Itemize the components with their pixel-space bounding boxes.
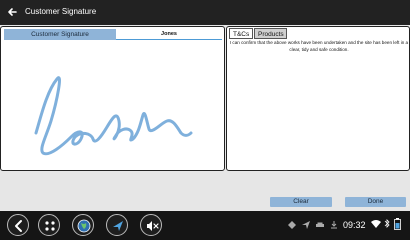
wifi-icon — [371, 220, 381, 228]
bluetooth-icon — [384, 219, 390, 228]
navigation-bar: 09:32 — [0, 211, 410, 240]
signature-panel: Customer Signature Jones — [0, 26, 225, 171]
volume-mute-icon — [147, 221, 159, 231]
tab-products[interactable]: Products — [254, 28, 287, 39]
signature-stroke — [34, 76, 193, 156]
signer-name-field[interactable]: Jones — [116, 29, 222, 40]
signature-canvas[interactable] — [1, 41, 226, 171]
apps-grid-icon — [45, 221, 55, 231]
signature-header: Customer Signature Jones — [4, 29, 222, 40]
navigation-button[interactable] — [106, 214, 128, 236]
terms-tabs: T&Cs Products — [229, 28, 287, 39]
status-icons — [287, 219, 339, 231]
globe-icon — [77, 219, 91, 233]
car-icon — [316, 222, 324, 227]
download-icon — [331, 221, 337, 229]
signature-label: Customer Signature — [4, 29, 116, 40]
status-clock: 09:32 — [343, 220, 366, 230]
apps-button[interactable] — [38, 214, 60, 236]
nav-back-button[interactable] — [7, 214, 29, 236]
clear-button[interactable]: Clear — [270, 197, 332, 207]
navigation-arrow-icon — [113, 221, 123, 231]
tab-tcs[interactable]: T&Cs — [229, 28, 253, 39]
terms-panel: T&Cs Products I can confirm that the abo… — [226, 26, 410, 171]
title-bar: Customer Signature — [0, 0, 410, 25]
nav-back-icon — [15, 220, 22, 232]
page-title: Customer Signature — [25, 7, 97, 16]
battery-icon — [394, 218, 401, 230]
back-arrow-icon[interactable] — [5, 4, 21, 20]
gps-arrow-icon — [302, 221, 310, 229]
mute-button[interactable] — [140, 214, 162, 236]
terms-text: I can confirm that the above works have … — [229, 40, 409, 52]
done-button[interactable]: Done — [345, 197, 406, 207]
location-diamond-icon — [288, 221, 296, 229]
globe-button[interactable] — [72, 214, 94, 236]
